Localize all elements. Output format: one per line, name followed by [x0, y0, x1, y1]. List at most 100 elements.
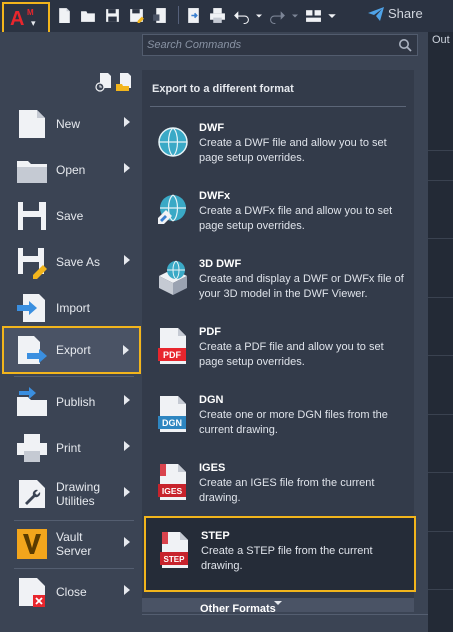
export-option-3d-dwf[interactable]: 3D DWF Create and display a DWF or DWFx … — [150, 250, 412, 314]
chevron-right-icon — [124, 117, 130, 127]
grid-line — [428, 297, 453, 298]
save-to-web-icon[interactable] — [150, 5, 170, 25]
layout-tab-partial[interactable]: Out — [432, 34, 450, 46]
menu-item-publish[interactable]: Publish — [14, 380, 140, 424]
dwfx-globe-icon — [156, 190, 190, 230]
submenu-title: Export to a different format — [152, 83, 294, 95]
workspace-icon[interactable] — [303, 5, 323, 25]
search-commands-box[interactable] — [142, 34, 418, 56]
menu-item-new[interactable]: New — [14, 102, 140, 146]
export-option-dwf[interactable]: DWF Create a DWF file and allow you to s… — [150, 114, 412, 178]
export-option-pdf[interactable]: PDF PDF Create a PDF file and allow you … — [150, 318, 412, 382]
publish-icon — [14, 384, 50, 420]
chevron-right-icon — [124, 441, 130, 451]
close-document-icon — [14, 574, 50, 610]
save-as-icon[interactable] — [126, 5, 146, 25]
step-file-icon: STEP — [158, 530, 192, 570]
undo-icon[interactable] — [231, 5, 251, 25]
menu-item-label: Close — [56, 585, 87, 599]
badge-text: STEP — [164, 555, 186, 564]
other-formats-label: Other Formats — [200, 603, 276, 612]
chevron-down-icon: ▾ — [31, 18, 36, 28]
format-description: Create a DWFx file and allow you to set … — [199, 205, 393, 232]
app-logo-letter: A — [10, 8, 25, 30]
badge-text: PDF — [163, 350, 182, 360]
save-disk-icon — [14, 198, 50, 234]
export-option-iges[interactable]: IGES IGES Create an IGES file from the c… — [150, 454, 412, 518]
menu-item-label: Open — [56, 163, 86, 177]
redo-dropdown-icon[interactable] — [291, 5, 299, 25]
export-icon — [14, 332, 50, 368]
menu-item-save-as[interactable]: Save As — [14, 240, 140, 284]
share-button[interactable]: Share — [368, 6, 423, 21]
chevron-right-icon — [124, 395, 130, 405]
dwf-globe-icon — [156, 122, 190, 162]
chevron-right-icon — [124, 163, 130, 173]
grid-line — [428, 531, 453, 532]
application-menu-button[interactable]: A M ▾ — [2, 2, 50, 36]
badge-text: IGES — [162, 486, 183, 496]
format-description: Create a PDF file and allow you to set p… — [199, 341, 384, 368]
quick-access-toolbar: A M ▾ Share — [0, 0, 453, 36]
chevron-right-icon — [124, 585, 130, 595]
menu-item-drawing-utilities[interactable]: Drawing Utilities — [14, 472, 140, 516]
export-option-dwfx[interactable]: DWFx Create a DWFx file and allow you to… — [150, 182, 412, 246]
badge-text: DGN — [162, 418, 182, 428]
format-description: Create a STEP file from the current draw… — [201, 545, 373, 572]
export-option-step[interactable]: STEP STEP Create a STEP file from the cu… — [144, 516, 416, 592]
menu-item-export[interactable]: Export — [2, 326, 141, 374]
grid-line — [428, 238, 453, 239]
menu-divider — [14, 520, 134, 521]
menu-footer — [142, 614, 428, 632]
format-name: DWF — [199, 122, 225, 134]
toolbar-icons — [54, 4, 341, 26]
grid-line — [428, 414, 453, 415]
format-name: PDF — [199, 326, 221, 338]
menu-item-label: Save — [56, 209, 84, 223]
grid-line — [428, 589, 453, 590]
share-label: Share — [388, 6, 423, 21]
menu-divider — [14, 376, 134, 377]
menu-divider — [14, 568, 134, 569]
format-name: DWFx — [199, 190, 231, 202]
chevron-right-icon — [124, 487, 130, 497]
menu-item-vault-server[interactable]: Vault Server — [14, 522, 140, 566]
printer-icon — [14, 430, 50, 466]
open-from-web-icon[interactable] — [183, 5, 203, 25]
new-document-icon — [14, 106, 50, 142]
search-input[interactable] — [147, 37, 387, 53]
menu-commands: New Open Save Save As Import Export Publ… — [0, 32, 142, 632]
export-option-dgn[interactable]: DGN DGN Create one or more DGN files fro… — [150, 386, 412, 450]
iges-file-icon: IGES — [156, 462, 190, 502]
plot-icon[interactable] — [207, 5, 227, 25]
menu-item-open[interactable]: Open — [14, 148, 140, 192]
open-icon[interactable] — [78, 5, 98, 25]
dgn-file-icon: DGN — [156, 394, 190, 434]
chevron-right-icon — [124, 255, 130, 265]
redo-icon[interactable] — [267, 5, 287, 25]
menu-item-import[interactable]: Import — [14, 286, 140, 330]
undo-dropdown-icon[interactable] — [255, 5, 263, 25]
other-formats-scroll[interactable]: Other Formats — [142, 598, 414, 612]
format-description: Create a DWF file and allow you to set p… — [199, 137, 387, 164]
menu-item-label: Drawing Utilities — [56, 480, 101, 508]
app-logo-sub: M — [27, 8, 34, 17]
format-description: Create one or more DGN files from the cu… — [199, 409, 388, 436]
menu-item-label: Print — [56, 441, 81, 455]
grid-line — [428, 180, 453, 181]
drawing-area-edge: Out — [428, 32, 453, 632]
dropdown-icon[interactable] — [327, 5, 337, 25]
3d-dwf-icon — [156, 258, 190, 298]
open-folder-icon — [14, 152, 50, 188]
application-menu: New Open Save Save As Import Export — [0, 32, 428, 632]
menu-item-label: Import — [56, 301, 91, 315]
toolbar-separator — [178, 6, 179, 24]
menu-item-print[interactable]: Print — [14, 426, 140, 470]
new-icon[interactable] — [54, 5, 74, 25]
menu-item-save[interactable]: Save — [14, 194, 140, 238]
grid-line — [428, 150, 453, 151]
scroll-down-icon[interactable] — [274, 601, 282, 605]
menu-item-close[interactable]: Close — [14, 570, 140, 614]
save-icon[interactable] — [102, 5, 122, 25]
search-icon[interactable] — [398, 38, 412, 52]
